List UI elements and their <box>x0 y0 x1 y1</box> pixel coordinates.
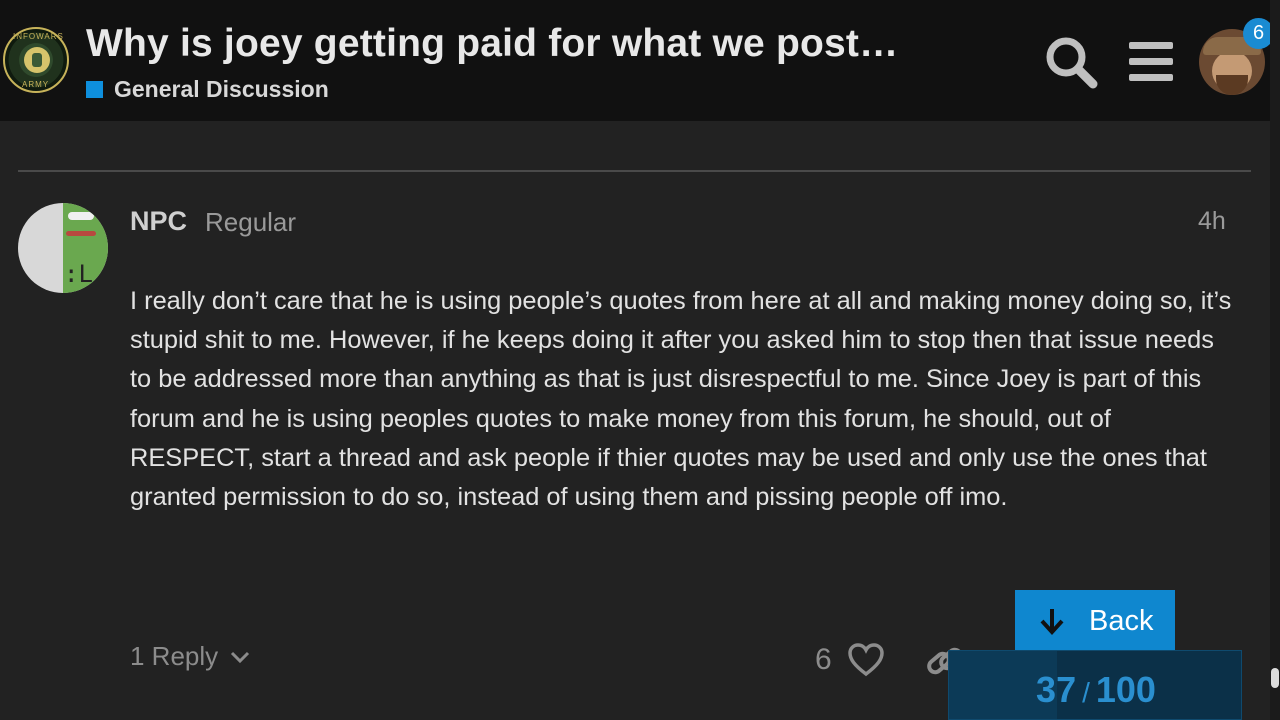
eagle-emblem-icon <box>24 47 50 73</box>
arrow-down-icon <box>1040 609 1064 635</box>
category-color-swatch <box>86 80 103 98</box>
back-label: Back <box>1089 604 1154 637</box>
logo-text-top: INFOWARS <box>13 32 64 41</box>
avatar-mouth <box>66 231 96 236</box>
progress-total: 100 <box>1095 669 1156 710</box>
post-user-title: Regular <box>205 207 297 237</box>
avatar-eyes <box>68 212 94 220</box>
logo-text-bottom: ARMY <box>22 80 50 89</box>
post-body: I really don’t care that he is using peo… <box>130 287 1232 512</box>
like-count[interactable]: 6 <box>815 643 832 677</box>
site-logo[interactable]: INFOWARS ARMY <box>3 27 69 93</box>
site-header: INFOWARS ARMY Why is joey getting paid f… <box>0 0 1270 121</box>
hamburger-menu-button[interactable] <box>1125 38 1177 86</box>
replies-toggle[interactable]: 1 Reply <box>130 641 252 672</box>
back-button[interactable]: Back <box>1015 590 1175 652</box>
category-label: General Discussion <box>114 75 329 102</box>
avatar-beard <box>1216 75 1248 95</box>
search-button[interactable] <box>1043 34 1099 90</box>
scrollbar-thumb[interactable] <box>1271 668 1279 688</box>
topic-progress[interactable]: 37/100 <box>948 650 1242 720</box>
topic-title[interactable]: Why is joey getting paid for what we pos… <box>86 22 898 66</box>
post-timestamp[interactable]: 4h <box>1198 207 1226 236</box>
post-username[interactable]: NPC <box>130 206 187 237</box>
avatar-npc-face: :L <box>64 260 93 288</box>
heart-icon <box>848 643 884 677</box>
post-author-avatar[interactable]: :L <box>18 203 108 293</box>
hamburger-menu-icon <box>1129 42 1173 81</box>
progress-current: 37 <box>1036 669 1077 710</box>
topic-divider <box>18 170 1251 172</box>
progress-text: 37/100 <box>949 669 1243 711</box>
search-icon <box>1046 37 1098 89</box>
like-button[interactable] <box>848 643 884 677</box>
progress-separator: / <box>1082 677 1090 708</box>
replies-label: 1 Reply <box>130 641 219 671</box>
category-badge[interactable]: General Discussion <box>86 75 329 103</box>
page-scrollbar[interactable] <box>1270 0 1280 720</box>
chevron-down-icon <box>231 651 250 663</box>
